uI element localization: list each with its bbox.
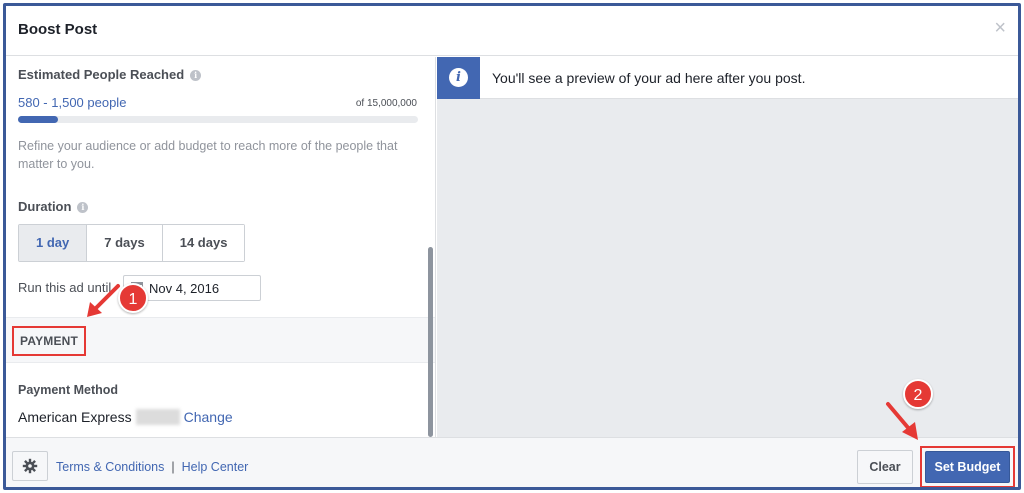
estimated-reach-label: Estimated People Reached	[18, 67, 185, 82]
preview-message: You'll see a preview of your ad here aft…	[492, 70, 806, 86]
link-separator: |	[171, 460, 175, 474]
set-budget-button[interactable]: Set Budget	[925, 451, 1010, 483]
estimated-reach-heading: Estimated People Reached i	[18, 67, 202, 82]
set-budget-highlight: Set Budget	[920, 446, 1015, 487]
reach-progress-fill	[18, 116, 58, 123]
duration-14-days-button[interactable]: 14 days	[162, 225, 245, 261]
gear-icon[interactable]	[12, 451, 48, 481]
redacted-card-number	[135, 409, 180, 425]
preview-notice: i You'll see a preview of your ad here a…	[437, 57, 1018, 99]
footer-links: Terms & Conditions | Help Center	[56, 460, 248, 474]
change-payment-link[interactable]: Change	[184, 409, 233, 425]
clear-button[interactable]: Clear	[857, 450, 913, 484]
dialog-footer: Terms & Conditions | Help Center Clear Set…	[6, 437, 1018, 487]
dialog-header: Boost Post ×	[6, 6, 1018, 56]
boost-post-dialog: Boost Post × Estimated People Reached i 5…	[3, 3, 1021, 490]
terms-link[interactable]: Terms & Conditions	[56, 460, 164, 474]
ad-preview-panel: i You'll see a preview of your ad here a…	[437, 57, 1018, 437]
payment-method-label: Payment Method	[18, 383, 119, 397]
duration-1-day-button[interactable]: 1 day	[19, 225, 88, 261]
duration-heading: Duration i	[18, 199, 89, 214]
duration-7-days-button[interactable]: 7 days	[87, 225, 163, 261]
info-banner-icon: i	[437, 57, 480, 99]
payment-method-value: American Express	[18, 409, 132, 425]
duration-options: 1 day 7 days 14 days	[18, 224, 246, 262]
panel-scrollbar[interactable]	[428, 247, 433, 437]
payment-section-title: PAYMENT	[12, 326, 87, 356]
step1-badge: 1	[118, 283, 148, 313]
reach-total: of 15,000,000	[355, 98, 417, 109]
step2-badge: 2	[903, 379, 933, 409]
info-icon[interactable]: i	[190, 70, 202, 81]
payment-section-header: PAYMENT	[6, 317, 435, 363]
payment-method-row: American Express Change	[18, 409, 233, 425]
reach-range: 580 - 1,500 people	[18, 95, 127, 110]
settings-panel: Estimated People Reached i 580 - 1,500 pe…	[6, 57, 436, 437]
reach-progress-bar	[18, 116, 418, 123]
dialog-title: Boost Post	[18, 21, 98, 38]
end-date-value: Nov 4, 2016	[149, 281, 220, 296]
duration-label: Duration	[18, 199, 72, 214]
info-icon[interactable]: i	[77, 202, 89, 213]
audience-hint: Refine your audience or add budget to re…	[18, 139, 398, 171]
help-center-link[interactable]: Help Center	[182, 460, 249, 474]
close-icon[interactable]: ×	[994, 18, 1006, 38]
